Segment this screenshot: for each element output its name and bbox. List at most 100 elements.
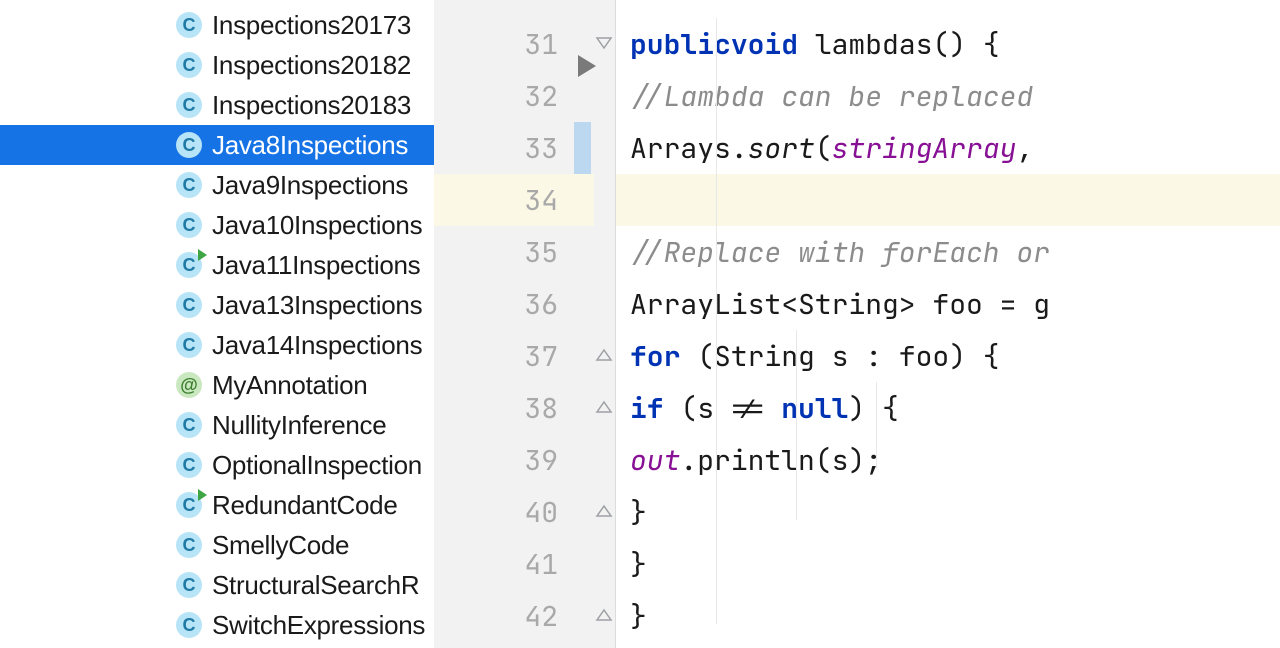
- class-icon: C: [176, 492, 202, 518]
- tree-label: MyAnnotation: [212, 370, 367, 401]
- fold-up-icon[interactable]: [595, 346, 613, 364]
- tree-item-redundantcode[interactable]: C RedundantCode: [0, 485, 434, 525]
- line-number: 37: [434, 330, 594, 382]
- code-text: }: [630, 598, 647, 635]
- line-number: 35: [434, 226, 594, 278]
- tree-label: Java14Inspections: [212, 330, 422, 361]
- tree-label: Inspections20182: [212, 50, 411, 81]
- tree-label: Java10Inspections: [212, 210, 422, 241]
- class-icon: C: [176, 612, 202, 638]
- tree-label: Java9Inspections: [212, 170, 408, 201]
- line-number: 42: [434, 590, 594, 642]
- project-tree[interactable]: C Inspections20173 C Inspections20182 C …: [0, 0, 434, 648]
- class-icon: C: [176, 92, 202, 118]
- class-icon: C: [176, 12, 202, 38]
- tree-item-java8inspections[interactable]: C Java8Inspections: [0, 125, 434, 165]
- fold-down-icon[interactable]: [595, 34, 613, 52]
- code-text: }: [630, 494, 647, 531]
- fold-up-icon[interactable]: [595, 502, 613, 520]
- code-text: ) {: [848, 390, 898, 427]
- keyword: null: [781, 390, 848, 427]
- code-text: (String s : foo) {: [680, 338, 999, 375]
- tree-label: SwitchExpressions: [212, 610, 425, 641]
- tree-item-nullityinference[interactable]: C NullityInference: [0, 405, 434, 445]
- line-number: 36: [434, 278, 594, 330]
- tree-label: Inspections20173: [212, 10, 411, 41]
- tree-label: Inspections20183: [212, 90, 411, 121]
- code-text: ArrayList<String> foo = g: [630, 286, 1050, 323]
- tree-label: RedundantCode: [212, 490, 397, 521]
- tree-label: StructuralSearchR: [212, 570, 419, 601]
- class-icon: C: [176, 572, 202, 598]
- gutter-markers: [594, 0, 616, 648]
- line-number: 33: [434, 122, 594, 174]
- line-number: [434, 0, 594, 18]
- tree-label: SmellyCode: [212, 530, 349, 561]
- fold-up-icon[interactable]: [595, 606, 613, 624]
- class-icon: C: [176, 172, 202, 198]
- comment: //Lambda can be replaced: [630, 78, 1033, 115]
- static-ref: out: [630, 442, 680, 479]
- annotation-icon: @: [176, 372, 202, 398]
- comment: //Replace with forEach or: [630, 234, 1050, 271]
- run-badge-icon: [198, 249, 207, 261]
- run-badge-icon: [198, 489, 207, 501]
- tree-item-myannotation[interactable]: @ MyAnnotation: [0, 365, 434, 405]
- keyword: if: [630, 390, 664, 427]
- tree-item-optionalinspection[interactable]: C OptionalInspection: [0, 445, 434, 485]
- code-line: [616, 0, 1280, 18]
- code-text: sort: [748, 130, 815, 167]
- line-number: 39: [434, 434, 594, 486]
- tree-item-structuralsearch[interactable]: C StructuralSearchR: [0, 565, 434, 605]
- code-text: (: [815, 130, 832, 167]
- tree-item-java14inspections[interactable]: C Java14Inspections: [0, 325, 434, 365]
- tree-label: Java8Inspections: [212, 130, 408, 161]
- line-number: 40: [434, 486, 594, 538]
- keyword: void: [731, 26, 798, 63]
- line-number: 34: [434, 174, 594, 226]
- tree-item-java11inspections[interactable]: C Java11Inspections: [0, 245, 434, 285]
- class-icon: C: [176, 252, 202, 278]
- line-number: 41: [434, 538, 594, 590]
- code-text: ,: [1016, 130, 1033, 167]
- tree-item-java13inspections[interactable]: C Java13Inspections: [0, 285, 434, 325]
- class-icon: C: [176, 132, 202, 158]
- tree-item-inspections20183[interactable]: C Inspections20183: [0, 85, 434, 125]
- tree-label: Java13Inspections: [212, 290, 422, 321]
- tree-item-java10inspections[interactable]: C Java10Inspections: [0, 205, 434, 245]
- indent-guide: [716, 18, 717, 624]
- line-numbers: 31 32 33 34 35 36 37 38 39 40 41 42: [434, 0, 594, 648]
- fold-up-icon[interactable]: [595, 398, 613, 416]
- line-number: 32: [434, 70, 594, 122]
- tree-item-inspections20182[interactable]: C Inspections20182: [0, 45, 434, 85]
- code-text: lambdas() {: [798, 26, 1000, 63]
- code-text: (s !=: [664, 390, 782, 427]
- class-icon: C: [176, 452, 202, 478]
- tree-item-smellycode[interactable]: C SmellyCode: [0, 525, 434, 565]
- indent-guide: [876, 382, 877, 468]
- class-icon: C: [176, 412, 202, 438]
- tree-item-java9inspections[interactable]: C Java9Inspections: [0, 165, 434, 205]
- keyword: for: [630, 338, 680, 375]
- tree-label: Java11Inspections: [212, 250, 420, 281]
- code-editor[interactable]: public void lambdas() { //Lambda can be …: [616, 0, 1280, 648]
- field-ref: stringArray: [832, 130, 1017, 167]
- editor-gutter[interactable]: 31 32 33 34 35 36 37 38 39 40 41 42: [434, 0, 616, 648]
- tree-label: NullityInference: [212, 410, 386, 441]
- code-text: .println(s);: [680, 442, 882, 479]
- tree-item-inspections20173[interactable]: C Inspections20173: [0, 5, 434, 45]
- code-text: }: [630, 546, 647, 583]
- tree-item-switchexpressions[interactable]: C SwitchExpressions: [0, 605, 434, 645]
- class-icon: C: [176, 332, 202, 358]
- line-number: 31: [434, 18, 594, 70]
- class-icon: C: [176, 52, 202, 78]
- indent-guide: [796, 330, 797, 520]
- class-icon: C: [176, 212, 202, 238]
- code-text: Arrays.: [630, 130, 748, 167]
- vcs-change-marker[interactable]: [574, 122, 591, 174]
- run-gutter-icon[interactable]: [578, 55, 596, 77]
- class-icon: C: [176, 532, 202, 558]
- tree-label: OptionalInspection: [212, 450, 422, 481]
- line-number: 38: [434, 382, 594, 434]
- ide-window: C Inspections20173 C Inspections20182 C …: [0, 0, 1280, 648]
